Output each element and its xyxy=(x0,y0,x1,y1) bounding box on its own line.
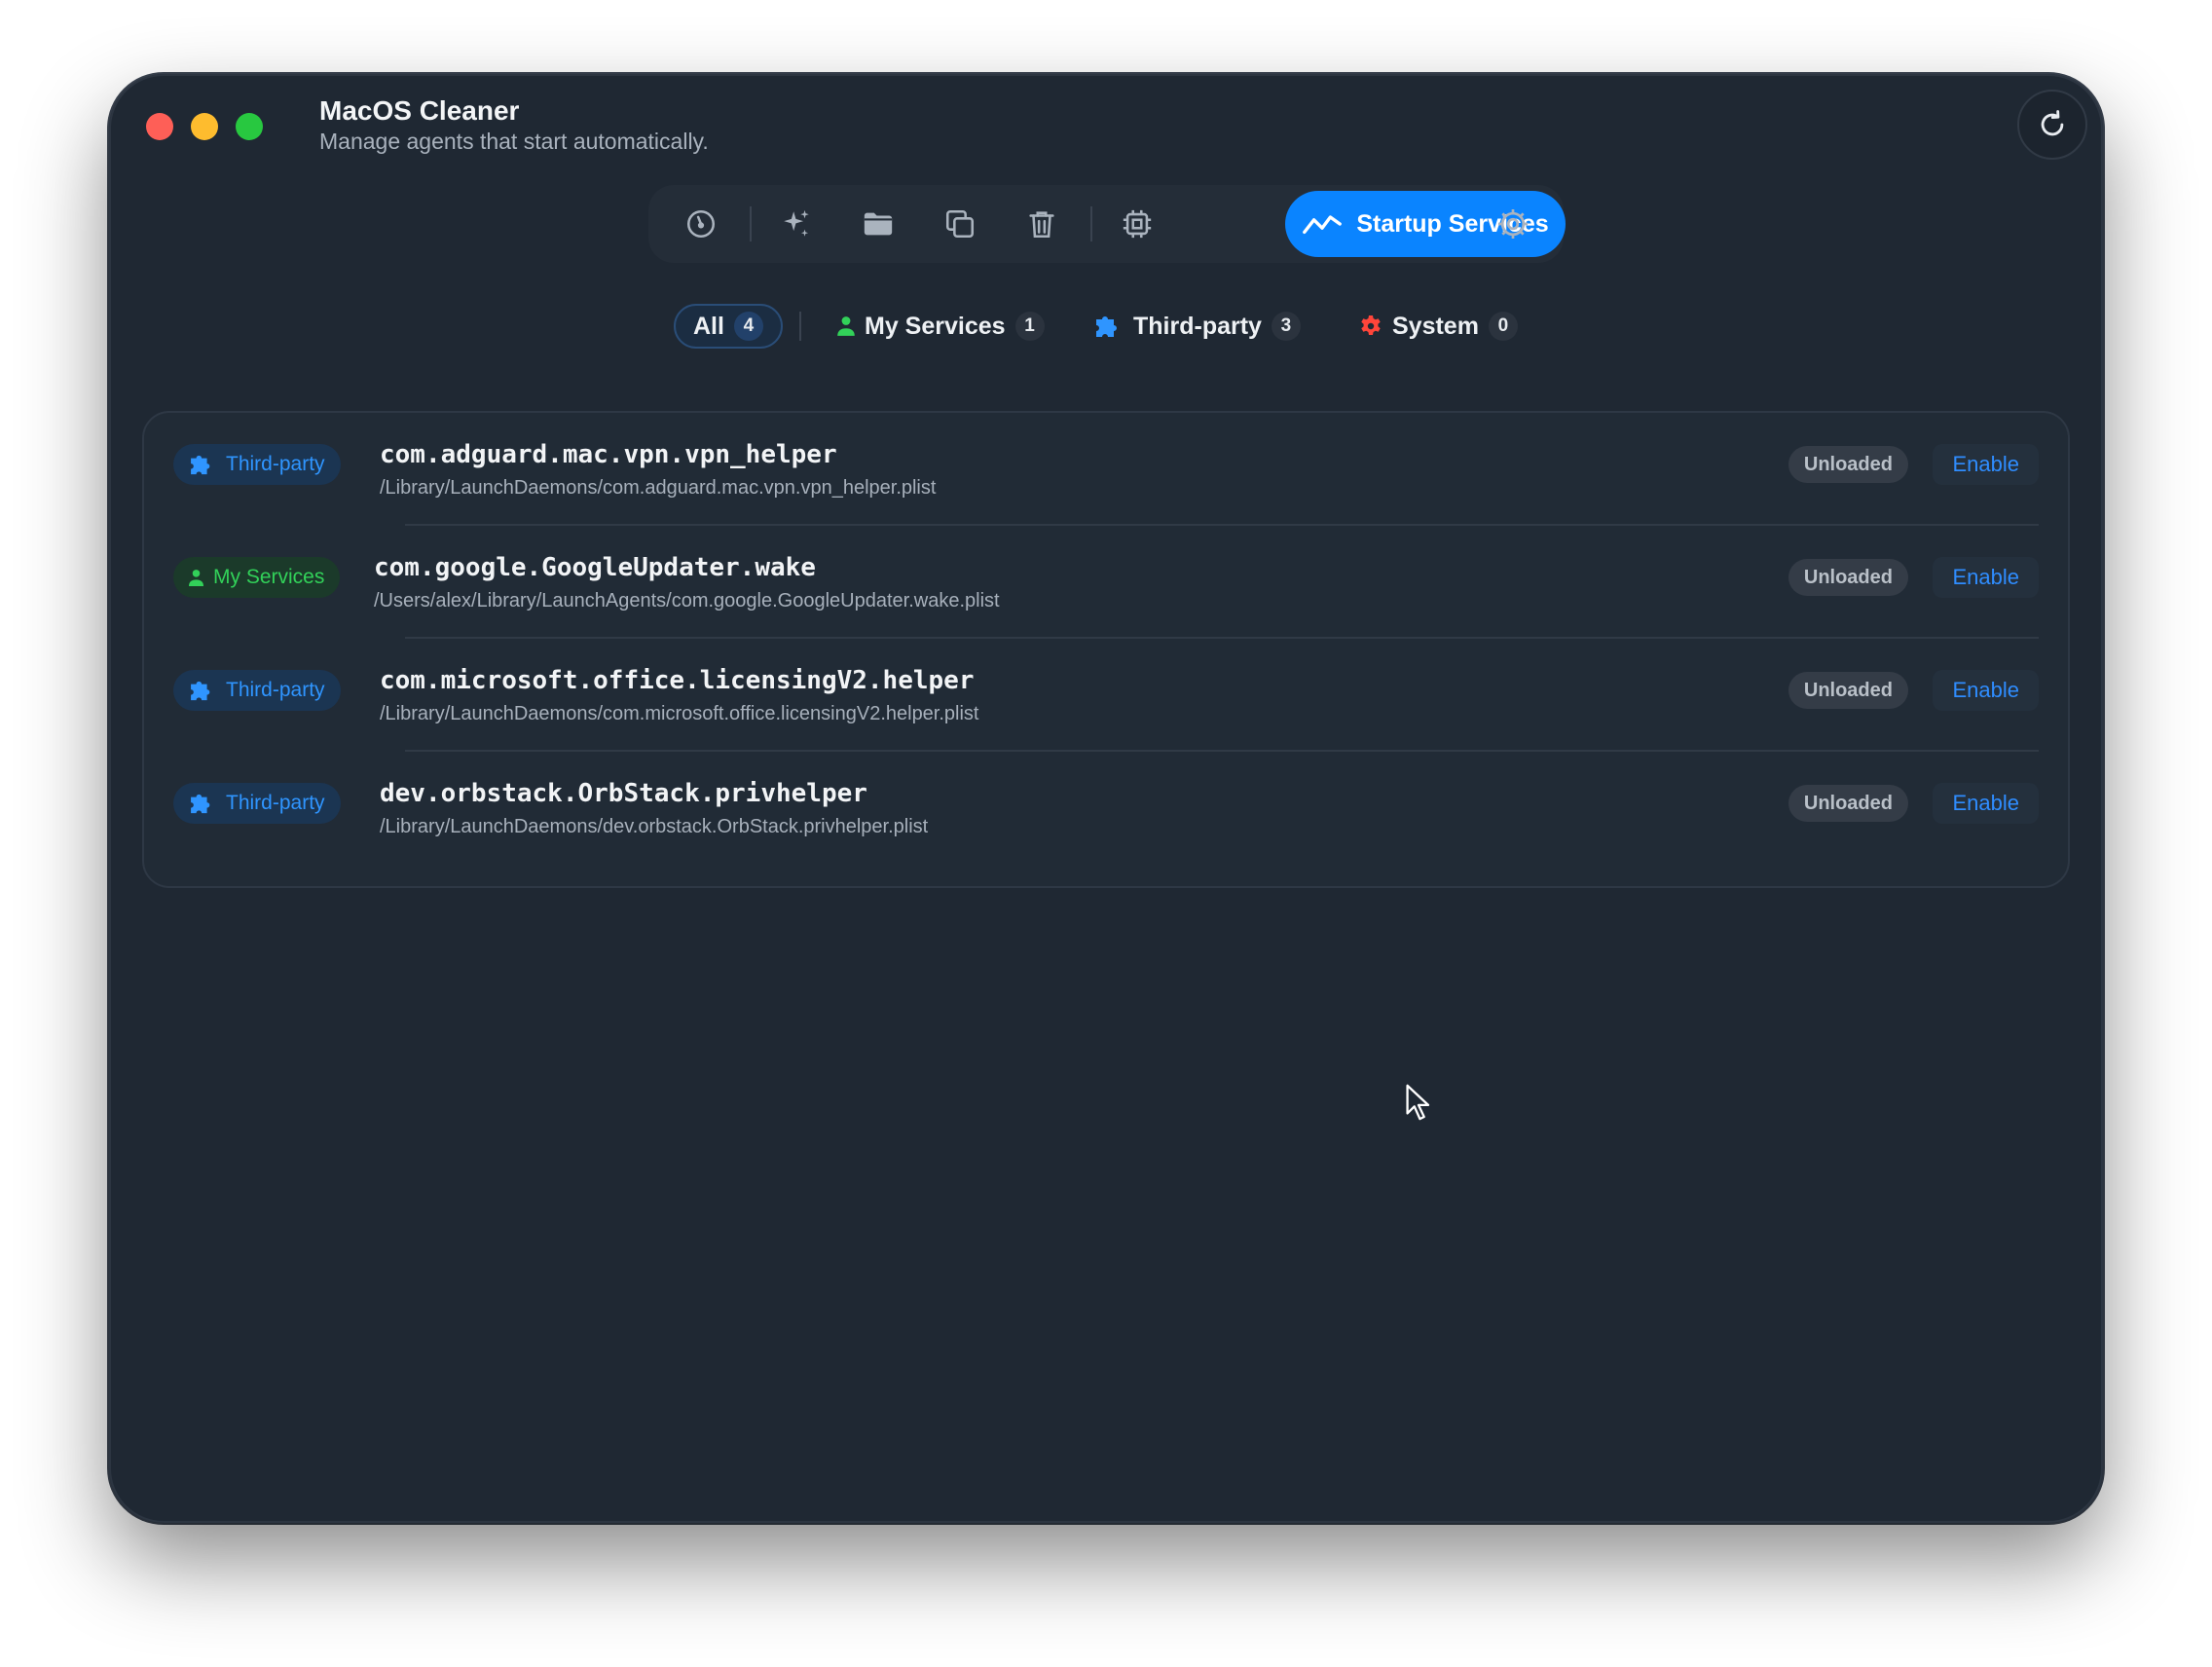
enable-button[interactable]: Enable xyxy=(1933,670,2039,711)
startup-chart-icon xyxy=(1303,215,1343,235)
cpu-icon xyxy=(1123,209,1152,239)
toolbar-clean-button[interactable] xyxy=(773,201,820,247)
app-subtitle: Manage agents that start automatically. xyxy=(319,129,709,154)
status-badge: Unloaded xyxy=(1788,785,1908,822)
category-badge-label: Third-party xyxy=(226,679,325,701)
puzzle-icon xyxy=(191,794,210,814)
toolbar-settings-button[interactable] xyxy=(1490,201,1536,247)
folder-icon xyxy=(864,212,893,236)
enable-button[interactable]: Enable xyxy=(1933,783,2039,824)
service-path: /Users/alex/Library/LaunchAgents/com.goo… xyxy=(374,590,1000,611)
category-badge: Third-party xyxy=(173,444,341,485)
enable-button[interactable]: Enable xyxy=(1933,557,2039,598)
toolbar-uninstall-button[interactable] xyxy=(1018,201,1065,247)
main-toolbar: Startup Services xyxy=(648,185,1566,263)
duplicate-icon xyxy=(945,209,975,239)
app-window: MacOS Cleaner Manage agents that start a… xyxy=(109,74,2103,1523)
mouse-cursor-icon xyxy=(1406,1084,1430,1121)
refresh-icon xyxy=(2041,110,2064,136)
category-badge-label: My Services xyxy=(213,566,325,588)
gear-icon xyxy=(1361,315,1381,335)
toolbar-files-button[interactable] xyxy=(855,201,902,247)
category-badge: My Services xyxy=(173,557,341,598)
filter-system[interactable]: System 0 xyxy=(1359,304,1518,349)
service-name: com.microsoft.office.licensingV2.helper xyxy=(380,666,975,695)
puzzle-icon xyxy=(191,455,210,475)
trash-icon xyxy=(1029,211,1054,239)
filter-my-services-label: My Services xyxy=(865,312,1006,340)
filter-system-count: 0 xyxy=(1488,312,1518,341)
enable-button[interactable]: Enable xyxy=(1933,444,2039,485)
category-badge: Third-party xyxy=(173,670,341,711)
filter-my-services[interactable]: My Services 1 xyxy=(837,304,1045,349)
filter-third-party-label: Third-party xyxy=(1133,312,1262,340)
toolbar-memory-button[interactable] xyxy=(1114,201,1161,247)
service-name: dev.orbstack.OrbStack.privhelper xyxy=(380,779,867,808)
service-row[interactable]: Third-party com.microsoft.office.licensi… xyxy=(144,639,2068,752)
filter-system-label: System xyxy=(1392,312,1479,340)
service-row[interactable]: Third-party com.adguard.mac.vpn.vpn_help… xyxy=(144,413,2068,526)
puzzle-icon xyxy=(191,681,210,701)
filter-all-label: All xyxy=(693,312,724,340)
filter-my-services-count: 1 xyxy=(1014,312,1045,341)
zoom-window-button[interactable] xyxy=(236,113,263,140)
service-row[interactable]: Third-party dev.orbstack.OrbStack.privhe… xyxy=(144,752,2068,865)
person-icon xyxy=(837,316,855,336)
close-window-button[interactable] xyxy=(146,113,173,140)
toolbar-dashboard-button[interactable] xyxy=(678,201,724,247)
settings-gear-icon xyxy=(1498,209,1528,239)
service-path: /Library/LaunchDaemons/com.adguard.mac.v… xyxy=(380,477,937,499)
service-name: com.adguard.mac.vpn.vpn_helper xyxy=(380,440,837,469)
person-icon xyxy=(189,569,203,586)
status-badge: Unloaded xyxy=(1788,672,1908,709)
category-badge: Third-party xyxy=(173,783,341,824)
minimize-window-button[interactable] xyxy=(191,113,218,140)
sparkle-icon xyxy=(784,209,809,237)
filter-all-count: 4 xyxy=(733,312,763,341)
status-badge: Unloaded xyxy=(1788,559,1908,596)
toolbar-duplicates-button[interactable] xyxy=(937,201,983,247)
category-badge-label: Third-party xyxy=(226,453,325,475)
filter-bar: All 4 My Services 1 Third-party 3 System… xyxy=(109,304,2103,351)
service-path: /Library/LaunchDaemons/com.microsoft.off… xyxy=(380,703,979,724)
refresh-button[interactable] xyxy=(2017,90,2087,160)
traffic-lights xyxy=(146,113,263,140)
app-title: MacOS Cleaner xyxy=(319,95,520,126)
filter-third-party[interactable]: Third-party 3 xyxy=(1094,304,1301,349)
service-row[interactable]: My Services com.google.GoogleUpdater.wak… xyxy=(144,526,2068,639)
gauge-icon xyxy=(686,209,716,239)
filter-all[interactable]: All 4 xyxy=(674,304,783,349)
status-badge: Unloaded xyxy=(1788,446,1908,483)
service-path: /Library/LaunchDaemons/dev.orbstack.OrbS… xyxy=(380,816,929,837)
service-name: com.google.GoogleUpdater.wake xyxy=(374,553,816,582)
filter-third-party-count: 3 xyxy=(1271,312,1301,341)
puzzle-icon xyxy=(1096,316,1117,337)
services-list: Third-party com.adguard.mac.vpn.vpn_help… xyxy=(142,411,2070,888)
category-badge-label: Third-party xyxy=(226,792,325,814)
